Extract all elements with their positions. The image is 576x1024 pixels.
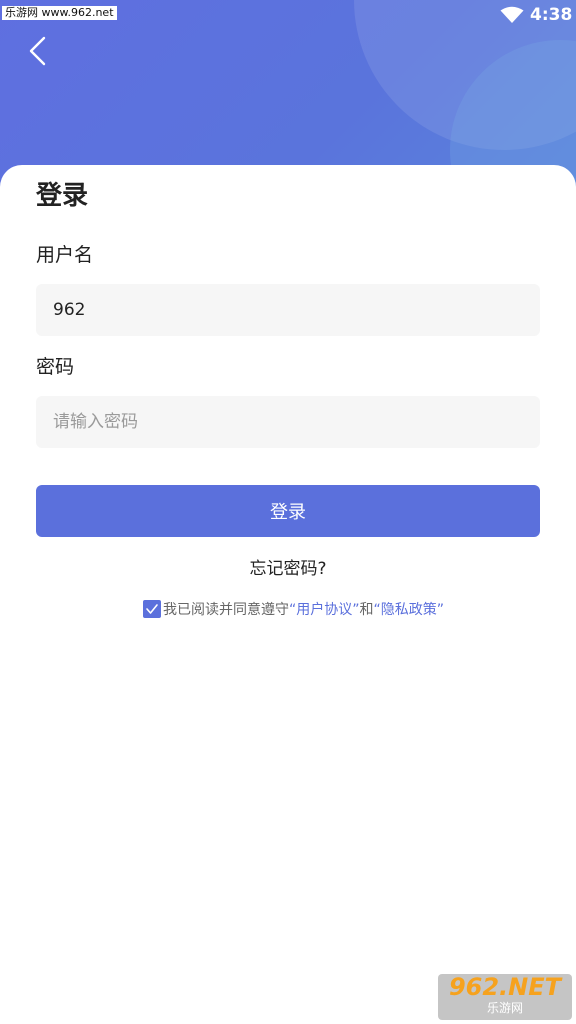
forgot-password-link[interactable]: 忘记密码? bbox=[0, 558, 576, 580]
status-time: 4:38 bbox=[530, 5, 573, 25]
agreement-row: 我已阅读并同意遵守 “用户协议” 和 “隐私政策” bbox=[143, 599, 444, 619]
password-label: 密码 bbox=[36, 356, 75, 378]
page-title: 登录 bbox=[36, 181, 89, 211]
username-input[interactable] bbox=[36, 284, 540, 336]
watermark-subtitle: 乐游网 bbox=[486, 1001, 523, 1015]
status-bar: 乐游网 www.962.net 4:38 bbox=[0, 0, 576, 30]
login-button[interactable]: 登录 bbox=[36, 485, 540, 537]
agreement-checkbox[interactable] bbox=[143, 600, 161, 618]
watermark-bottom: 962.NET 乐游网 bbox=[438, 974, 572, 1020]
agreement-conjunction: 和 bbox=[359, 602, 374, 618]
password-input[interactable] bbox=[36, 396, 540, 448]
watermark-top: 乐游网 www.962.net bbox=[2, 6, 117, 20]
wifi-icon bbox=[500, 6, 524, 23]
username-label: 用户名 bbox=[36, 244, 94, 266]
privacy-policy-link[interactable]: “隐私政策” bbox=[374, 599, 445, 619]
check-icon bbox=[146, 604, 158, 614]
agreement-prefix: 我已阅读并同意遵守 bbox=[163, 602, 289, 618]
user-agreement-link[interactable]: “用户协议” bbox=[289, 599, 360, 619]
watermark-brand: 962.NET bbox=[448, 973, 562, 1001]
back-arrow-icon[interactable] bbox=[24, 34, 54, 68]
